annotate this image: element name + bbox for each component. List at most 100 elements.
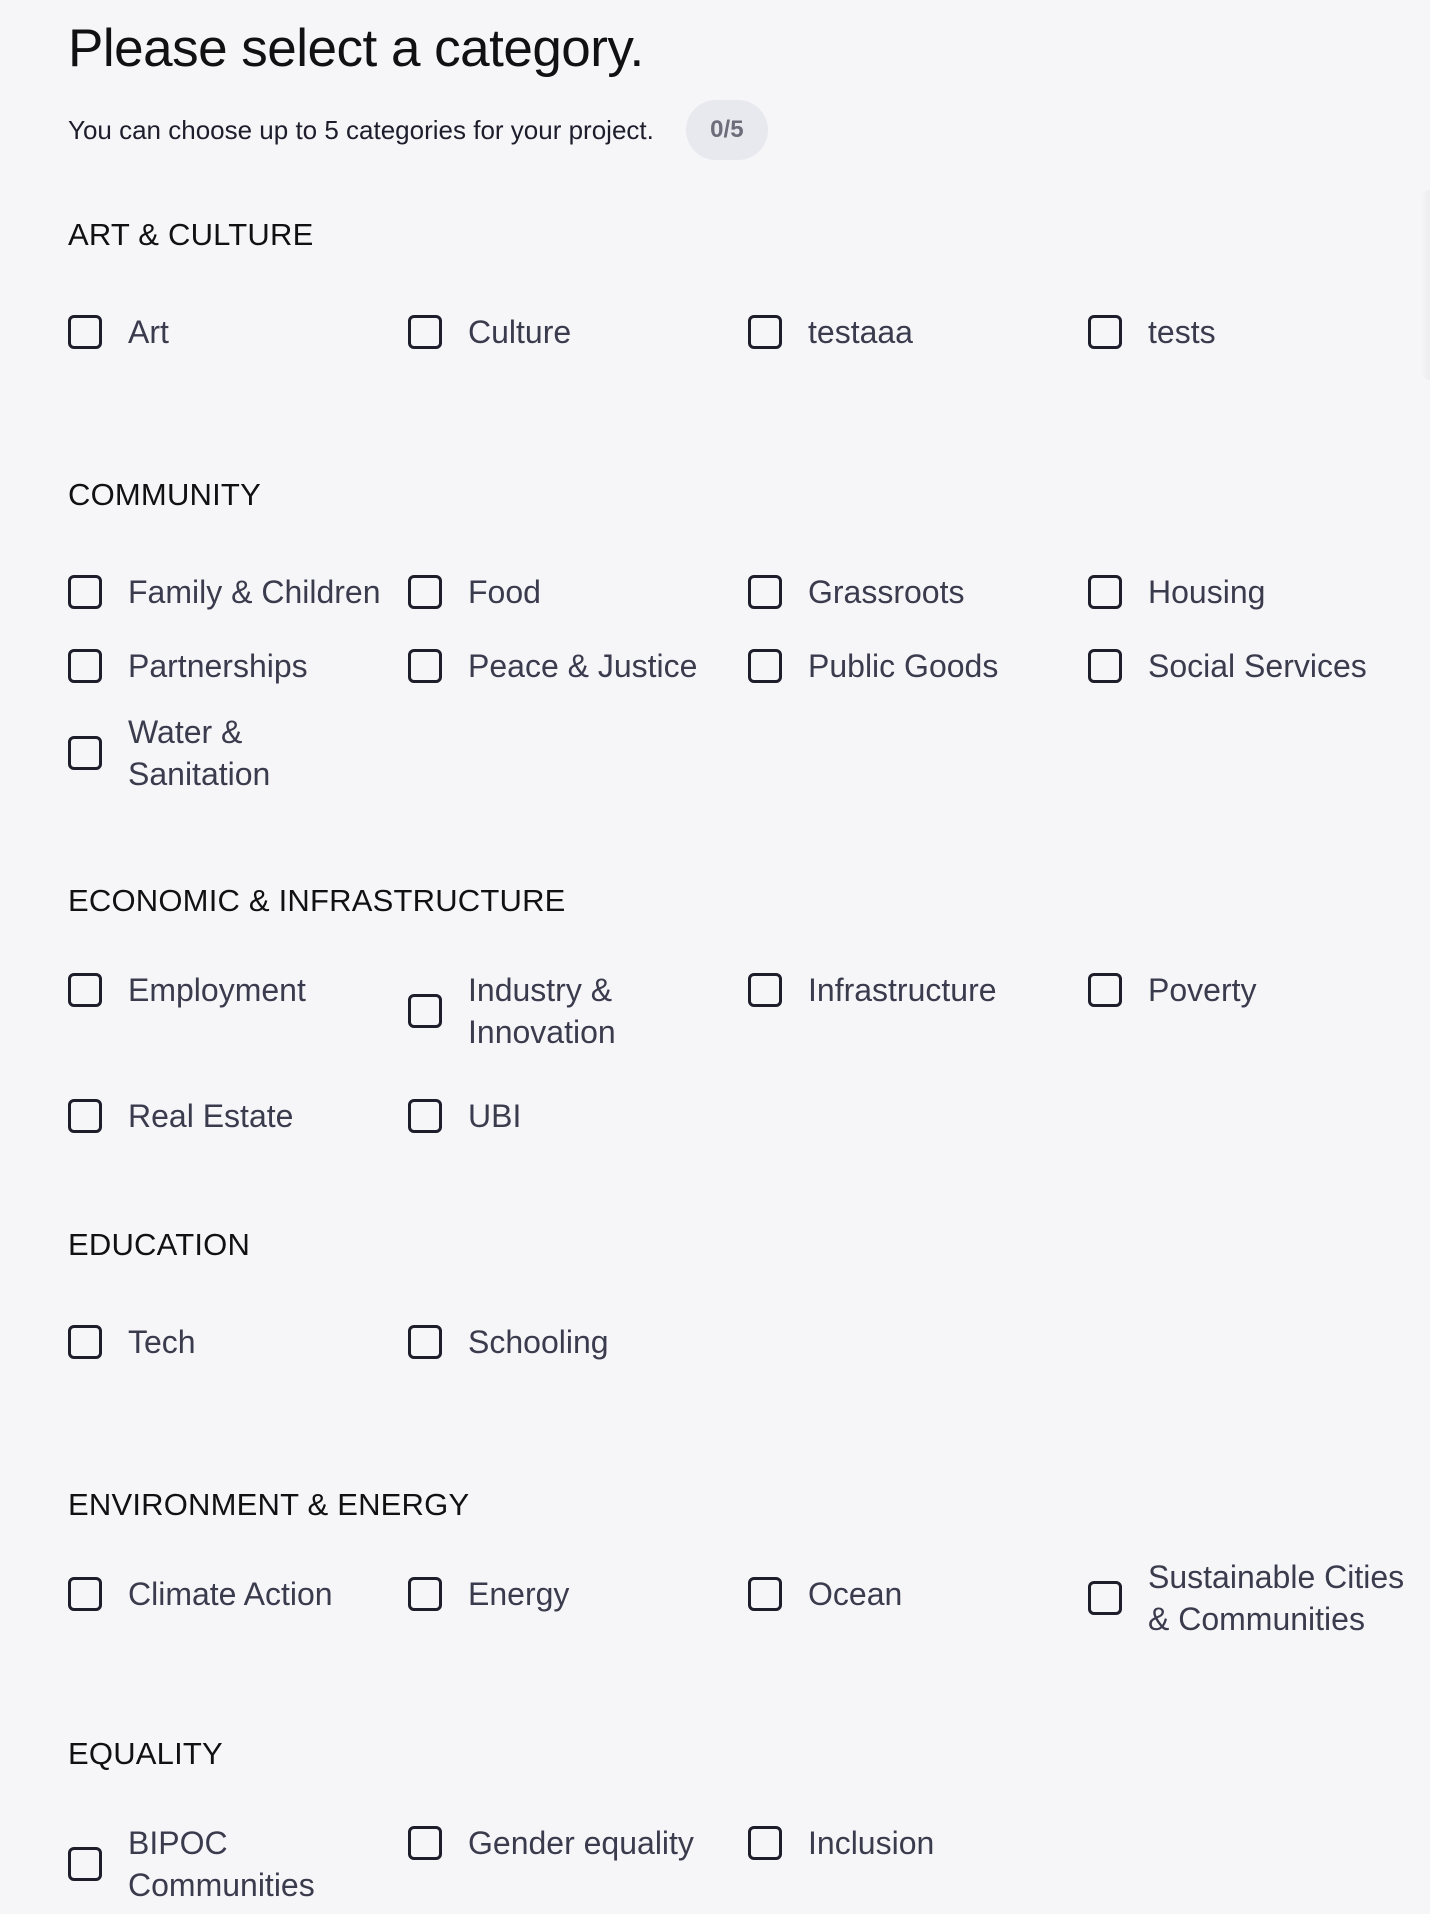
category-label: Housing [1148, 574, 1266, 610]
checkbox[interactable] [1088, 973, 1122, 1007]
checkbox[interactable] [1088, 315, 1122, 349]
category-label: Social Services [1148, 648, 1367, 684]
category-label: Culture [468, 314, 572, 350]
category-option-food[interactable]: Food [408, 555, 748, 629]
category-label: BIPOC Communities [128, 1825, 315, 1903]
category-option-culture[interactable]: Culture [408, 295, 748, 369]
selected-count-badge: 0/5 [685, 100, 768, 160]
checkbox[interactable] [68, 575, 102, 609]
checkbox[interactable] [408, 1099, 442, 1133]
checkbox[interactable] [68, 1099, 102, 1133]
checkbox[interactable] [68, 1325, 102, 1359]
checkbox[interactable] [748, 649, 782, 683]
section-title-economic-infrastructure: ECONOMIC & INFRASTRUCTURE [68, 883, 566, 918]
category-option-schooling[interactable]: Schooling [408, 1305, 748, 1379]
category-label: Poverty [1148, 972, 1257, 1008]
category-option-employment[interactable]: Employment [68, 961, 408, 1061]
checkbox[interactable] [408, 649, 442, 683]
category-option-art[interactable]: Art [68, 295, 408, 369]
category-option-energy[interactable]: Energy [408, 1565, 748, 1648]
category-label: Inclusion [808, 1825, 935, 1861]
category-option-testaaa[interactable]: testaaa [748, 295, 1088, 369]
category-section-environment-energy: ENVIRONMENT & ENERGY Climate Action Ener… [68, 1485, 1430, 1648]
page-title: Please select a category. [68, 19, 644, 78]
checkbox[interactable] [408, 994, 442, 1028]
checkbox[interactable] [68, 315, 102, 349]
category-option-infrastructure[interactable]: Infrastructure [748, 961, 1088, 1061]
checkbox[interactable] [748, 575, 782, 609]
selection-info: You can choose up to 5 categories for yo… [68, 100, 1430, 160]
category-option-poverty[interactable]: Poverty [1088, 961, 1430, 1061]
category-option-gender-equality[interactable]: Gender equality [408, 1814, 748, 1914]
checkbox[interactable] [68, 649, 102, 683]
checkbox[interactable] [748, 1577, 782, 1611]
category-label: testaaa [808, 314, 913, 350]
checkbox[interactable] [68, 736, 102, 770]
category-option-social-services[interactable]: Social Services [1088, 629, 1430, 703]
category-label: Gender equality [468, 1825, 694, 1861]
category-label: Real Estate [128, 1098, 294, 1134]
category-option-tests[interactable]: tests [1088, 295, 1430, 369]
selection-limit-text: You can choose up to 5 categories for yo… [68, 114, 654, 145]
category-label: Food [468, 574, 541, 610]
section-title-community: COMMUNITY [68, 477, 261, 512]
category-label: Ocean [808, 1576, 903, 1612]
category-grid-community: Family & Children Food Grassroots Housin… [68, 555, 1430, 803]
category-option-family-children[interactable]: Family & Children [68, 555, 408, 629]
category-option-partnerships[interactable]: Partnerships [68, 629, 408, 703]
category-label: Schooling [468, 1324, 609, 1360]
category-selection-page: Please select a category. You can choose… [68, 0, 1430, 1914]
category-option-bipoc-communities[interactable]: BIPOC Communities [68, 1814, 408, 1914]
checkbox[interactable] [68, 973, 102, 1007]
category-label: Employment [128, 972, 306, 1008]
checkbox[interactable] [68, 1577, 102, 1611]
category-label: Public Goods [808, 648, 999, 684]
category-option-sustainable-cities[interactable]: Sustainable Cities & Communities [1088, 1548, 1430, 1648]
section-title-environment-energy: ENVIRONMENT & ENERGY [68, 1487, 470, 1522]
category-label: UBI [468, 1098, 522, 1134]
category-option-housing[interactable]: Housing [1088, 555, 1430, 629]
category-section-education: EDUCATION Tech Schooling [68, 1225, 1430, 1379]
checkbox[interactable] [408, 1577, 442, 1611]
category-option-climate-action[interactable]: Climate Action [68, 1565, 408, 1648]
category-section-equality: EQUALITY BIPOC Communities Gender equali… [68, 1734, 1430, 1914]
category-grid-economic-infrastructure: Employment Industry & Innovation Infrast… [68, 961, 1430, 1153]
category-option-ubi[interactable]: UBI [408, 1079, 748, 1153]
category-label: Water & Sanitation [128, 714, 271, 792]
category-label: Climate Action [128, 1576, 333, 1612]
checkbox[interactable] [748, 973, 782, 1007]
checkbox[interactable] [1088, 649, 1122, 683]
checkbox[interactable] [408, 575, 442, 609]
category-label: tests [1148, 314, 1216, 350]
category-section-community: COMMUNITY Family & Children Food Grassro… [68, 475, 1430, 803]
section-title-art-culture: ART & CULTURE [68, 217, 314, 252]
category-option-industry-innovation[interactable]: Industry & Innovation [408, 961, 748, 1061]
category-option-grassroots[interactable]: Grassroots [748, 555, 1088, 629]
checkbox[interactable] [748, 315, 782, 349]
category-section-economic-infrastructure: ECONOMIC & INFRASTRUCTURE Employment Ind… [68, 881, 1430, 1153]
category-grid-equality: BIPOC Communities Gender equality Inclus… [68, 1814, 1430, 1914]
checkbox[interactable] [1088, 575, 1122, 609]
category-label: Sustainable Cities & Communities [1148, 1559, 1405, 1637]
category-option-inclusion[interactable]: Inclusion [748, 1814, 1088, 1914]
category-label: Family & Children [128, 574, 381, 610]
category-option-public-goods[interactable]: Public Goods [748, 629, 1088, 703]
checkbox[interactable] [408, 315, 442, 349]
category-option-water-sanitation[interactable]: Water & Sanitation [68, 703, 408, 803]
checkbox[interactable] [748, 1826, 782, 1860]
category-option-real-estate[interactable]: Real Estate [68, 1079, 408, 1153]
checkbox[interactable] [408, 1826, 442, 1860]
section-title-equality: EQUALITY [68, 1736, 223, 1771]
checkbox[interactable] [408, 1325, 442, 1359]
checkbox[interactable] [1088, 1581, 1122, 1615]
category-label: Tech [128, 1324, 196, 1360]
category-label: Peace & Justice [468, 648, 698, 684]
category-label: Energy [468, 1576, 570, 1612]
category-label: Grassroots [808, 574, 965, 610]
checkbox[interactable] [68, 1847, 102, 1881]
category-label: Infrastructure [808, 972, 997, 1008]
category-option-tech[interactable]: Tech [68, 1305, 408, 1379]
category-label: Art [128, 314, 169, 350]
category-option-peace-justice[interactable]: Peace & Justice [408, 629, 748, 703]
category-option-ocean[interactable]: Ocean [748, 1565, 1088, 1648]
